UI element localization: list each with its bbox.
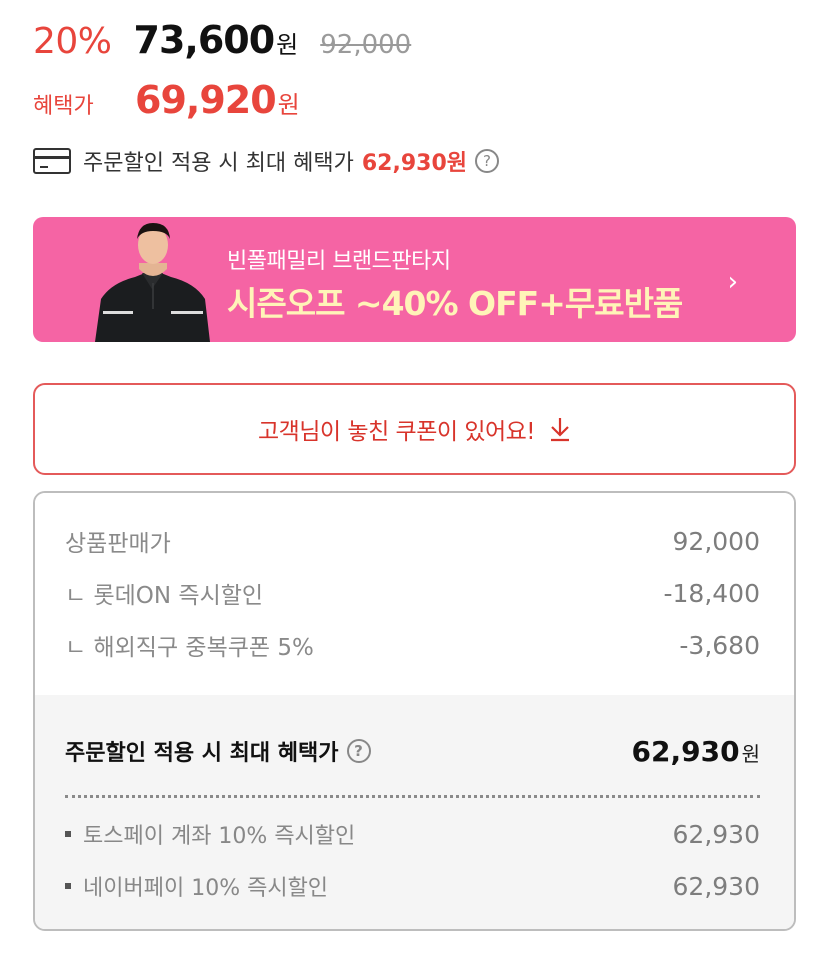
order-benefit-row: 주문할인 적용 시 최대 혜택가 62,930원 ? [33, 144, 499, 178]
total-label: 주문할인 적용 시 최대 혜택가 [65, 741, 339, 766]
total-value-wrap: 62,930 원 [632, 735, 760, 768]
price-row: 20% 73,600 원 92,000 [33, 18, 411, 64]
dotted-divider [65, 795, 760, 798]
total-row: 주문할인 적용 시 최대 혜택가 ? 62,930 원 [65, 731, 760, 771]
total-value: 62,930 [631, 734, 740, 768]
missed-coupon-button[interactable]: 고객님이 놓친 쿠폰이 있어요! [33, 383, 796, 475]
breakdown-label: ㄴ 해외직구 중복쿠폰 5% [65, 635, 314, 661]
breakdown-row: ㄴ 롯데ON 즉시할인 -18,400 [65, 576, 760, 610]
payment-label-wrap: 네이버페이 10% 즉시할인 [65, 870, 328, 902]
product-price-section: 20% 73,600 원 92,000 혜택가 69,920 원 주문할인 적용… [0, 0, 828, 953]
breakdown-row: ㄴ 해외직구 중복쿠폰 5% -3,680 [65, 628, 760, 662]
bullet-icon [65, 883, 71, 889]
banner-title: 시즌오프 ~40% OFF+무료반품 [227, 284, 683, 323]
sale-price-unit: 원 [276, 31, 299, 59]
download-arrow-icon [551, 418, 570, 442]
benefit-price: 69,920 [135, 78, 277, 122]
help-circle-icon[interactable]: ? [475, 149, 499, 173]
help-circle-icon[interactable]: ? [346, 739, 371, 763]
bullet-icon [65, 831, 71, 837]
order-benefit-text: 주문할인 적용 시 최대 혜택가 [83, 151, 354, 176]
breakdown-value: -3,680 [679, 630, 760, 660]
total-label-wrap: 주문할인 적용 시 최대 혜택가 ? [65, 735, 371, 767]
benefit-price-row: 혜택가 69,920 원 [33, 78, 300, 124]
breakdown-row: 상품판매가 92,000 [65, 524, 760, 558]
credit-card-icon [33, 148, 71, 174]
payment-value: 62,930 [672, 819, 760, 849]
missed-coupon-label: 고객님이 놓친 쿠폰이 있어요! [257, 419, 536, 445]
breakdown-label: ㄴ 롯데ON 즉시할인 [65, 583, 264, 609]
payment-label-wrap: 토스페이 계좌 10% 즉시할인 [65, 818, 355, 850]
payment-row: 네이버페이 10% 즉시할인 62,930 [65, 869, 760, 903]
promo-banner[interactable]: 빈폴패밀리 브랜드판타지 시즌오프 ~40% OFF+무료반품 › [33, 217, 796, 342]
model-image [95, 223, 210, 342]
order-benefit-price: 62,930원 [361, 151, 467, 176]
total-unit: 원 [741, 741, 760, 766]
price-breakdown: 상품판매가 92,000 ㄴ 롯데ON 즉시할인 -18,400 ㄴ 해외직구 … [33, 491, 796, 931]
sale-price: 73,600 [133, 18, 276, 62]
breakdown-summary: 상품판매가 92,000 ㄴ 롯데ON 즉시할인 -18,400 ㄴ 해외직구 … [35, 493, 794, 695]
breakdown-label: 상품판매가 [65, 531, 171, 557]
benefit-label: 혜택가 [33, 94, 94, 119]
chevron-right-icon: › [727, 267, 738, 297]
original-price: 92,000 [320, 30, 412, 60]
payment-label: 토스페이 계좌 10% 즉시할인 [83, 824, 356, 849]
payment-label: 네이버페이 10% 즉시할인 [83, 876, 329, 901]
breakdown-value: 92,000 [672, 526, 760, 556]
benefit-price-unit: 원 [277, 91, 300, 119]
payment-row: 토스페이 계좌 10% 즉시할인 62,930 [65, 817, 760, 851]
breakdown-value: -18,400 [663, 578, 761, 608]
breakdown-total-section: 주문할인 적용 시 최대 혜택가 ? 62,930 원 토스페이 계좌 10% 즉… [35, 695, 794, 929]
banner-subtitle: 빈폴패밀리 브랜드판타지 [227, 249, 451, 274]
payment-value: 62,930 [672, 871, 760, 901]
discount-rate: 20% [33, 21, 112, 62]
